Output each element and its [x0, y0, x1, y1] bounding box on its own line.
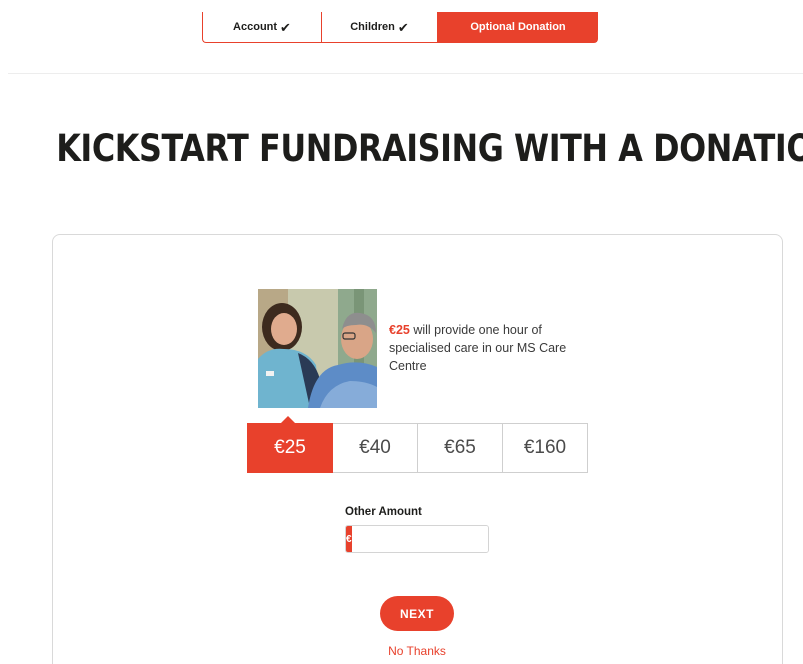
other-amount-input[interactable] [351, 526, 488, 552]
other-amount-field: € [345, 525, 489, 553]
impact-description: will provide one hour of specialised car… [389, 323, 567, 373]
step-optional-donation[interactable]: Optional Donation [438, 12, 598, 43]
no-thanks-link[interactable]: No Thanks [380, 644, 454, 658]
header-divider [8, 73, 803, 74]
impact-text: €25 will provide one hour of specialised… [389, 321, 579, 375]
amount-button-160[interactable]: €160 [502, 423, 588, 473]
amount-button-40[interactable]: €40 [332, 423, 418, 473]
progress-steps: Account ✔ Children ✔ Optional Donation [202, 12, 598, 43]
impact-amount: €25 [389, 323, 410, 337]
step-children[interactable]: Children ✔ [321, 12, 438, 43]
page-title: KICKSTART FUNDRAISING WITH A DONATION [56, 127, 803, 170]
amount-options: €25 €40 €65 €160 [247, 423, 588, 473]
step-account-label: Account [233, 21, 278, 33]
checkmark-icon: ✔ [280, 19, 291, 35]
step-account[interactable]: Account ✔ [202, 12, 321, 43]
care-photo [258, 289, 377, 408]
checkmark-icon: ✔ [397, 19, 409, 35]
amount-button-65[interactable]: €65 [417, 423, 503, 473]
other-amount-label: Other Amount [345, 506, 422, 518]
amount-button-25[interactable]: €25 [247, 423, 333, 473]
next-button[interactable]: NEXT [380, 596, 454, 631]
step-children-label: Children [350, 21, 395, 33]
step-optional-donation-label: Optional Donation [470, 21, 566, 33]
